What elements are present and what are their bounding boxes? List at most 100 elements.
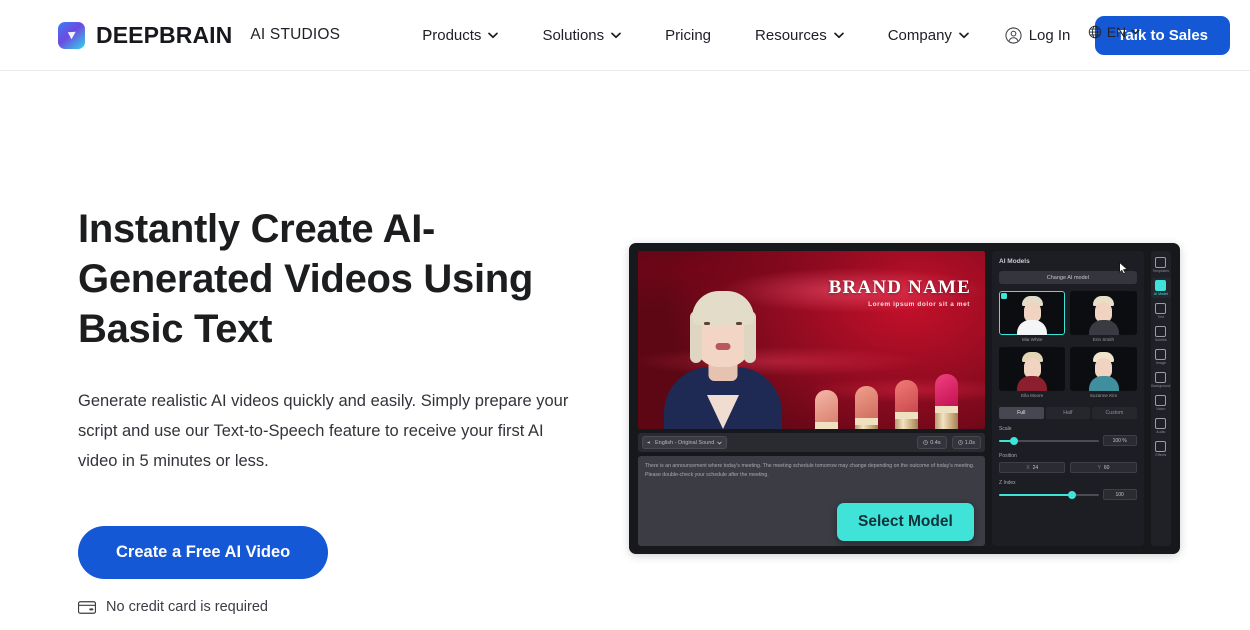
panel-title: AI Models <box>999 258 1030 265</box>
model-grid: Mia White Erin Smith Ella Moore Suzanne … <box>999 291 1137 398</box>
scale-value[interactable]: 100 % <box>1102 435 1137 446</box>
video-canvas[interactable]: BRAND NAME Lorem ipsum dolor sit a met <box>638 251 985 429</box>
chevron-down-icon <box>611 32 622 38</box>
lipstick-products <box>809 317 977 429</box>
selected-check-icon <box>1001 293 1007 299</box>
avatar-icon <box>1155 280 1167 291</box>
language-label: EN <box>1106 24 1127 40</box>
text-icon <box>1155 303 1167 314</box>
rail-item-audio[interactable]: Audio <box>1151 416 1171 436</box>
presenter-collar <box>707 395 739 429</box>
rail-label-background: Background <box>1151 384 1171 388</box>
model-card-0[interactable]: Mia White <box>999 291 1066 342</box>
page-title: Instantly Create AI-Generated Videos Usi… <box>78 207 534 351</box>
brand-logo[interactable]: DEEPBRAIN AI STUDIOS <box>58 21 340 49</box>
subtitle-icon <box>1155 326 1167 337</box>
ai-models-panel: AI Models Change AI model Mia White Erin… <box>992 251 1144 546</box>
zindex-label: Z Index <box>999 480 1016 486</box>
rail-item-ai-model[interactable]: AI Model <box>1150 278 1171 298</box>
position-control: Position X 24 Y 60 <box>999 453 1137 473</box>
nav-item-resources[interactable]: Resources <box>733 27 866 44</box>
templates-icon <box>1155 257 1167 268</box>
rail-item-templates[interactable]: Templates <box>1151 255 1171 275</box>
user-circle-icon <box>1005 27 1022 44</box>
model-card-1[interactable]: Erin Smith <box>1070 291 1137 342</box>
model-label-1: Erin Smith <box>1092 337 1115 342</box>
model-label-0: Mia White <box>1021 337 1043 342</box>
canvas-brand-tagline: Lorem ipsum dolor sit a met <box>868 301 970 308</box>
sound-icon <box>647 441 650 444</box>
model-label-3: Suzanne Kim <box>1089 393 1118 398</box>
presenter-eye-left <box>704 322 710 325</box>
mouse-cursor-icon <box>1119 262 1128 274</box>
ai-presenter <box>660 267 786 429</box>
rail-label-image: Image <box>1155 361 1166 365</box>
model-thumb-1 <box>1070 291 1137 335</box>
rail-label-ai-model: AI Model <box>1153 292 1168 296</box>
model-thumb-2 <box>999 347 1066 391</box>
nav-label-products: Products <box>422 26 482 44</box>
rail-item-text[interactable]: Text <box>1151 301 1171 321</box>
editor-stage: BRAND NAME Lorem ipsum dolor sit a met E… <box>638 251 985 546</box>
effects-icon <box>1155 441 1167 452</box>
model-label-2: Ella Moore <box>1021 393 1044 398</box>
header-right-cluster: EN Log In Talk to Sales <box>1005 0 1250 71</box>
time-chip-start-label: 0.4s <box>930 439 941 446</box>
nav-item-company[interactable]: Company <box>866 27 991 44</box>
position-y-field[interactable]: Y 60 <box>1070 462 1137 473</box>
position-y-key: Y <box>1097 464 1101 471</box>
presenter-mouth <box>715 343 731 350</box>
canvas-brand-name: BRAND NAME <box>828 277 971 298</box>
tab-full[interactable]: Full <box>999 407 1044 419</box>
change-ai-model-button[interactable]: Change AI model <box>999 271 1137 284</box>
rail-item-subtitle[interactable]: Subtitle <box>1151 324 1171 344</box>
model-thumb-0 <box>999 291 1066 335</box>
rail-item-effects[interactable]: Effects <box>1151 439 1171 459</box>
language-track-chip[interactable]: English - Original Sound <box>642 436 728 449</box>
audio-icon <box>1155 418 1167 429</box>
position-x-key: X <box>1026 464 1030 471</box>
rail-item-video[interactable]: Video <box>1151 393 1171 413</box>
rail-item-image[interactable]: Image <box>1151 347 1171 367</box>
nav-item-pricing[interactable]: Pricing <box>643 27 733 44</box>
rail-label-effects: Effects <box>1155 453 1167 457</box>
deepbrain-cube-logo <box>58 21 85 49</box>
model-card-2[interactable]: Ella Moore <box>999 347 1066 398</box>
scale-label: Scale <box>999 426 1012 432</box>
nav-label-company: Company <box>887 26 952 44</box>
time-chip-start[interactable]: 0.4s <box>917 436 947 449</box>
position-x-value: 24 <box>1032 464 1039 471</box>
clock-icon <box>923 440 928 445</box>
position-x-field[interactable]: X 24 <box>999 462 1066 473</box>
position-label: Position <box>999 453 1017 459</box>
nav-item-products[interactable]: Products <box>400 27 520 44</box>
time-chip-end[interactable]: 1.0s <box>951 436 981 449</box>
chevron-down-icon <box>1131 29 1140 35</box>
nav-label-resources: Resources <box>755 26 827 44</box>
zindex-value[interactable]: 100 <box>1102 489 1137 500</box>
chevron-down-icon <box>488 32 499 38</box>
time-chip-end-label: 1.0s <box>964 439 975 446</box>
rail-label-text: Text <box>1157 315 1165 319</box>
tab-custom[interactable]: Custom <box>1092 407 1137 419</box>
no-credit-card-note: No credit card is required <box>78 599 598 615</box>
tool-rail: Templates AI Model Text Subtitle Image B… <box>1150 251 1171 546</box>
tab-half[interactable]: Half <box>1045 407 1091 419</box>
rail-item-background[interactable]: Background <box>1151 370 1171 390</box>
presenter-hair <box>692 291 754 325</box>
image-icon <box>1155 349 1167 360</box>
scale-slider[interactable] <box>999 436 1099 445</box>
nav-item-solutions[interactable]: Solutions <box>520 27 643 44</box>
language-selector[interactable]: EN <box>1088 24 1140 40</box>
rail-label-templates: Templates <box>1152 269 1170 273</box>
zindex-slider[interactable] <box>999 490 1099 499</box>
login-link[interactable]: Log In <box>1005 27 1070 44</box>
chevron-down-icon <box>959 32 969 38</box>
credit-card-icon <box>78 600 96 614</box>
model-card-3[interactable]: Suzanne Kim <box>1070 347 1137 398</box>
create-free-ai-video-button[interactable]: Create a Free AI Video <box>78 526 329 579</box>
chevron-down-icon <box>833 32 844 38</box>
rail-label-audio: Audio <box>1156 430 1166 434</box>
select-model-tooltip-button[interactable]: Select Model <box>837 503 974 541</box>
site-header: DEEPBRAIN AI STUDIOS Products Solutions … <box>0 0 1250 71</box>
